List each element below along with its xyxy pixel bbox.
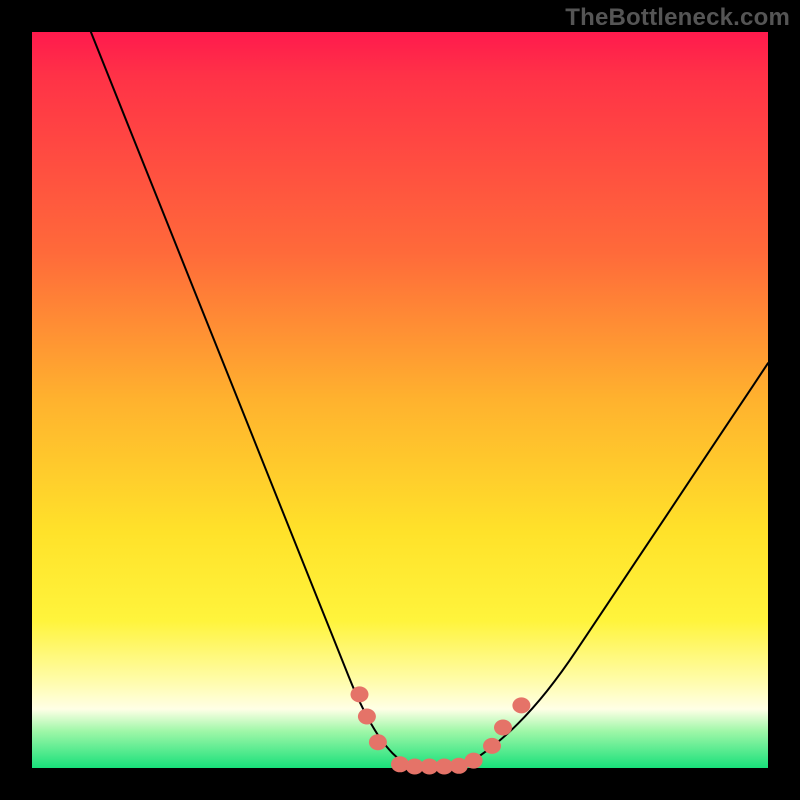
chart-plot-area	[32, 32, 768, 768]
chart-svg	[32, 32, 768, 768]
watermark-text: TheBottleneck.com	[565, 4, 790, 32]
chart-frame: TheBottleneck.com	[0, 0, 800, 800]
bead-marker	[465, 753, 483, 769]
bead-marker	[494, 720, 512, 736]
bead-marker	[369, 734, 387, 750]
bead-marker	[358, 709, 376, 725]
bead-marker	[351, 686, 369, 702]
bead-marker	[512, 697, 530, 713]
bead-marker	[483, 738, 501, 754]
bottleneck-curve	[91, 32, 768, 768]
bead-group	[351, 686, 531, 774]
